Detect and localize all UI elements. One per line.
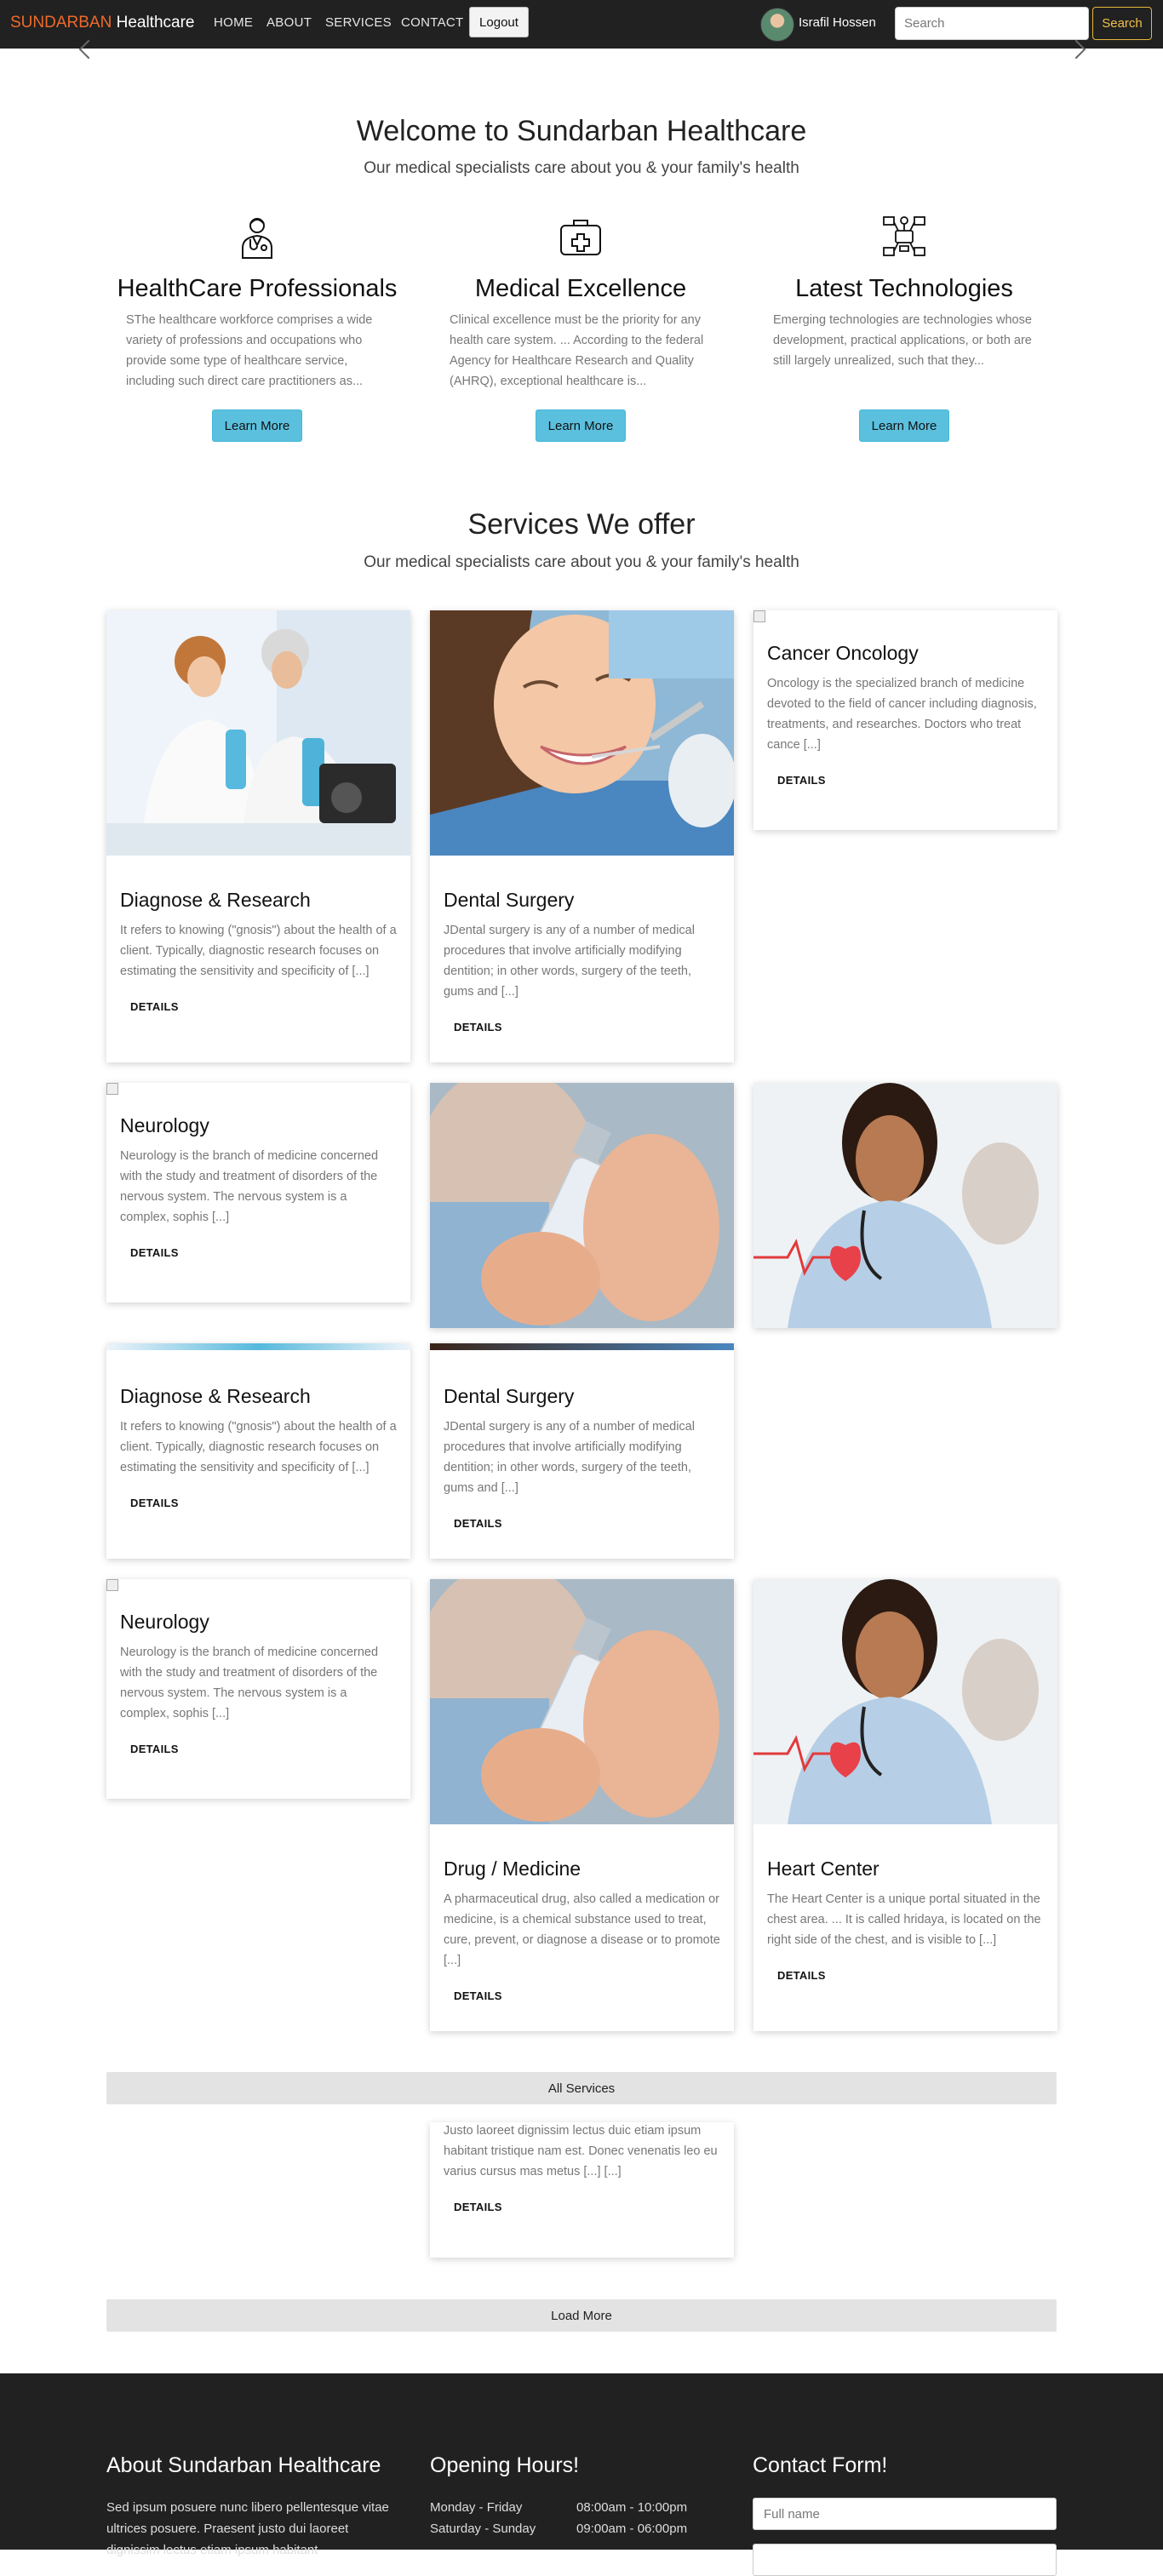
feature-latest-technologies: Latest Technologies Emerging technologie…: [759, 214, 1049, 392]
card-title: Cancer Oncology: [767, 642, 919, 664]
learn-more-button[interactable]: Learn More: [859, 409, 949, 442]
vial-image: [430, 1083, 734, 1328]
logout-button[interactable]: Logout: [469, 7, 529, 37]
nav-link-services[interactable]: SERVICES: [325, 15, 392, 30]
card-description: JDental surgery is any of a number of me…: [444, 1420, 695, 1495]
card-title: Dental Surgery: [444, 1385, 575, 1407]
card-description: It refers to knowing ("gnosis") about th…: [120, 924, 397, 978]
details-button[interactable]: DETAILS: [120, 1239, 189, 1266]
broken-image-icon: [106, 1579, 118, 1591]
navbar: SUNDARBAN Healthcare HOME ABOUT SERVICES…: [0, 0, 1163, 49]
heart-doctor-image: [753, 1083, 1057, 1328]
details-button[interactable]: DETAILS: [444, 1983, 513, 2009]
service-card-oncology: Cancer Oncology Oncology is the speciali…: [753, 610, 1057, 830]
feature-description: SThe healthcare workforce comprises a wi…: [126, 313, 373, 388]
heart-doctor-image: [753, 1579, 1057, 1824]
search-button[interactable]: Search: [1092, 7, 1152, 40]
card-description: It refers to knowing ("gnosis") about th…: [120, 1420, 397, 1474]
footer-about-text: Sed ipsum posuere nunc libero pellentesq…: [106, 2500, 389, 2557]
details-button[interactable]: DETAILS: [444, 1014, 513, 1040]
learn-more-button[interactable]: Learn More: [536, 409, 626, 442]
contact-field[interactable]: [753, 2544, 1057, 2576]
avatar[interactable]: [760, 8, 794, 42]
learn-more-button[interactable]: Learn More: [212, 409, 302, 442]
service-card-drug-image: [430, 1083, 734, 1328]
service-card-drug: Drug / Medicine A pharmaceutical drug, a…: [430, 1579, 734, 2031]
broken-image-icon: [106, 1083, 118, 1095]
brand-logo[interactable]: SUNDARBAN Healthcare: [10, 14, 194, 32]
card-description: Neurology is the branch of medicine conc…: [120, 1646, 379, 1720]
card-title: Neurology: [120, 1114, 209, 1136]
card-description: JDental surgery is any of a number of me…: [444, 924, 695, 999]
footer: About Sundarban Healthcare Sed ipsum pos…: [0, 2373, 1163, 2576]
brand-first: SUNDARBAN: [10, 14, 112, 31]
hours-time: 08:00am - 10:00pm: [576, 2500, 688, 2515]
card-title: Drug / Medicine: [444, 1858, 582, 1880]
service-card-neurology: Neurology Neurology is the branch of med…: [106, 1579, 410, 1799]
card-title: Neurology: [120, 1611, 209, 1633]
brand-second: Healthcare: [116, 14, 195, 31]
card-description: A pharmaceutical drug, also called a med…: [444, 1892, 720, 1967]
welcome-subtitle: Our medical specialists care about you &…: [364, 159, 799, 177]
dental-surgery-image: [430, 610, 734, 856]
feature-title: HealthCare Professionals: [117, 275, 398, 302]
service-card-diagnose: Diagnose & Research It refers to knowing…: [106, 610, 410, 1062]
service-card-dental: Dental Surgery JDental surgery is any of…: [430, 1343, 734, 1559]
load-more-button[interactable]: Load More: [106, 2299, 1057, 2332]
feature-description: Emerging technologies are technologies w…: [773, 313, 1032, 368]
service-card-dental: Dental Surgery JDental surgery is any of…: [430, 610, 734, 1062]
feature-medical-excellence: Medical Excellence Clinical excellence m…: [436, 214, 725, 392]
card-description: The Heart Center is a unique portal situ…: [767, 1892, 1041, 1947]
hours-time: 09:00am - 06:00pm: [576, 2522, 688, 2536]
service-card-partial: Justo laoreet dignissim lectus duic etia…: [430, 2122, 734, 2258]
footer-contact-title: Contact Form!: [753, 2453, 888, 2477]
lab-research-image: [106, 610, 410, 856]
details-button[interactable]: DETAILS: [120, 993, 189, 1020]
details-button[interactable]: DETAILS: [120, 1736, 189, 1762]
footer-about-title: About Sundarban Healthcare: [106, 2453, 381, 2477]
card-title: Heart Center: [767, 1858, 879, 1880]
nav-link-home[interactable]: HOME: [214, 15, 253, 30]
nav-link-about[interactable]: ABOUT: [266, 15, 312, 30]
card-description: Justo laoreet dignissim lectus duic etia…: [444, 2124, 718, 2178]
medical-kit-icon: [558, 214, 604, 260]
details-button[interactable]: DETAILS: [444, 1510, 513, 1537]
card-description: Neurology is the branch of medicine conc…: [120, 1149, 379, 1224]
feature-description: Clinical excellence must be the priority…: [450, 313, 704, 388]
card-description: Oncology is the specialized branch of me…: [767, 677, 1037, 752]
hours-day: Monday - Friday: [430, 2500, 523, 2515]
fullname-input[interactable]: [753, 2498, 1057, 2530]
feature-title: Medical Excellence: [474, 275, 687, 302]
card-title: Diagnose & Research: [120, 889, 311, 911]
services-title: Services We offer: [467, 508, 696, 541]
service-card-neurology: Neurology Neurology is the branch of med…: [106, 1083, 410, 1302]
card-title: Diagnose & Research: [120, 1385, 311, 1407]
nav-link-contact[interactable]: CONTACT: [401, 15, 463, 30]
user-name[interactable]: Israfil Hossen: [799, 15, 876, 30]
details-button[interactable]: DETAILS: [767, 767, 836, 793]
hours-day: Saturday - Sunday: [430, 2522, 536, 2536]
services-subtitle: Our medical specialists care about you &…: [364, 553, 799, 571]
welcome-title: Welcome to Sundarban Healthcare: [356, 115, 807, 147]
feature-title: Latest Technologies: [795, 275, 1013, 302]
feature-healthcare-professionals: HealthCare Professionals SThe healthcare…: [112, 214, 402, 392]
details-button[interactable]: DETAILS: [444, 2194, 513, 2220]
service-card-diagnose: Diagnose & Research It refers to knowing…: [106, 1343, 410, 1559]
service-card-heart-image: [753, 1083, 1057, 1328]
card-title: Dental Surgery: [444, 889, 575, 911]
broken-image-icon: [753, 610, 765, 622]
footer-hours-title: Opening Hours!: [430, 2453, 580, 2477]
all-services-button[interactable]: All Services: [106, 2072, 1057, 2104]
technology-network-icon: [881, 214, 927, 260]
details-button[interactable]: DETAILS: [767, 1962, 836, 1989]
details-button[interactable]: DETAILS: [120, 1490, 189, 1516]
service-card-heart: Heart Center The Heart Center is a uniqu…: [753, 1579, 1057, 2031]
vial-image: [430, 1579, 734, 1824]
doctor-icon: [234, 214, 280, 260]
search-input[interactable]: [895, 7, 1089, 40]
